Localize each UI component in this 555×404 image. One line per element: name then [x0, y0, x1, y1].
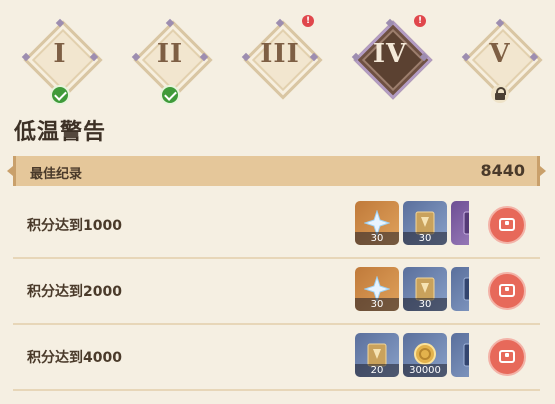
reward-item[interactable]	[451, 267, 469, 311]
best-record-bar: 最佳纪录 8440	[7, 156, 546, 186]
reward-count: 30	[403, 298, 447, 311]
milestone-label: 积分达到4000	[27, 350, 122, 366]
reward-item[interactable]: 30	[403, 267, 447, 311]
stage-2[interactable]: II	[130, 17, 213, 105]
stage-5[interactable]: V	[460, 17, 543, 103]
reward-item[interactable]	[451, 333, 469, 377]
stage-4[interactable]: IV !	[350, 15, 433, 100]
reward-item[interactable]	[451, 201, 469, 245]
stage-numeral: V	[489, 39, 511, 69]
stage-numeral: I	[53, 39, 67, 69]
reward-item[interactable]: 30	[403, 201, 447, 245]
stage-numeral: II	[156, 39, 184, 69]
milestone-row: 积分达到1000 30 30	[13, 193, 540, 259]
stage-selector: I II III ! IV ! V	[0, 0, 555, 108]
alert-badge: !	[414, 15, 426, 27]
check-icon	[50, 85, 70, 105]
reward-item[interactable]: 20	[355, 333, 399, 377]
milestone-label: 积分达到1000	[27, 218, 122, 234]
reward-count: 30	[355, 232, 399, 245]
arrow-right-icon	[540, 166, 546, 176]
claim-chest-button[interactable]	[488, 338, 526, 376]
alert-badge: !	[302, 15, 314, 27]
claim-chest-button[interactable]	[488, 206, 526, 244]
stage-1[interactable]: I	[20, 17, 103, 105]
reward-count: 30	[355, 298, 399, 311]
reward-count: 30	[403, 232, 447, 245]
best-record-value: 8440	[480, 161, 525, 180]
reward-item[interactable]: 30	[355, 267, 399, 311]
stage-3[interactable]: III !	[240, 15, 323, 100]
blue-book-icon	[451, 333, 469, 377]
lock-icon	[491, 85, 509, 103]
reward-list: 30 30	[355, 267, 469, 317]
blue-book-icon	[451, 267, 469, 311]
reward-count: 20	[355, 364, 399, 377]
reward-item[interactable]: 30	[355, 201, 399, 245]
milestone-label: 积分达到2000	[27, 284, 122, 300]
best-record-label: 最佳纪录	[30, 167, 83, 182]
milestone-row: 积分达到4000 20 30000	[13, 325, 540, 391]
reward-list: 30 30	[355, 201, 469, 251]
arrow-left-icon	[7, 166, 13, 176]
claim-chest-button[interactable]	[488, 272, 526, 310]
reward-list: 20 30000	[355, 333, 469, 383]
stage-numeral: IV	[372, 39, 408, 69]
event-title: 低温警告	[14, 120, 107, 145]
milestone-row: 积分达到2000 30 30	[13, 259, 540, 325]
check-icon	[160, 85, 180, 105]
purple-book-icon	[451, 201, 469, 245]
reward-item[interactable]: 30000	[403, 333, 447, 377]
reward-count: 30000	[403, 364, 447, 377]
stage-numeral: III	[260, 39, 300, 69]
